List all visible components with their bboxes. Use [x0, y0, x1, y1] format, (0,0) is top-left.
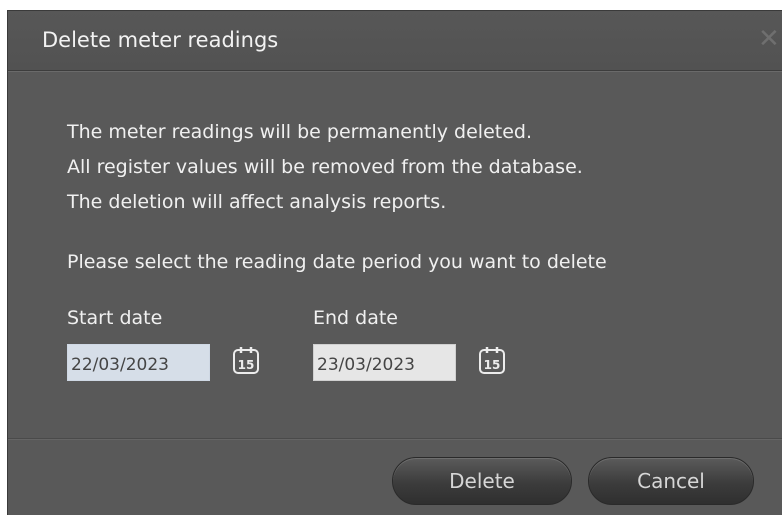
dialog-titlebar: Delete meter readings ✕ — [8, 11, 782, 71]
close-icon[interactable]: ✕ — [758, 25, 782, 53]
dialog-title: Delete meter readings — [42, 28, 279, 52]
start-date-input[interactable] — [67, 344, 210, 381]
end-date-calendar-icon[interactable]: 15 — [478, 345, 506, 375]
delete-meter-readings-dialog: Delete meter readings ✕ The meter readin… — [7, 10, 782, 515]
message-line-2: All register values will be removed from… — [67, 156, 583, 178]
end-date-input[interactable] — [313, 344, 456, 381]
cancel-button[interactable]: Cancel — [588, 457, 754, 505]
start-date-calendar-icon[interactable]: 15 — [232, 345, 260, 375]
date-period-prompt: Please select the reading date period yo… — [67, 251, 607, 273]
start-date-label: Start date — [67, 307, 163, 329]
start-calendar-day: 15 — [238, 358, 255, 372]
message-line-1: The meter readings will be permanently d… — [67, 121, 532, 143]
end-calendar-day: 15 — [484, 358, 501, 372]
end-date-label: End date — [313, 307, 398, 329]
delete-button[interactable]: Delete — [392, 457, 572, 505]
title-divider — [8, 71, 782, 72]
message-line-3: The deletion will affect analysis report… — [67, 191, 447, 213]
footer-divider — [8, 438, 782, 440]
